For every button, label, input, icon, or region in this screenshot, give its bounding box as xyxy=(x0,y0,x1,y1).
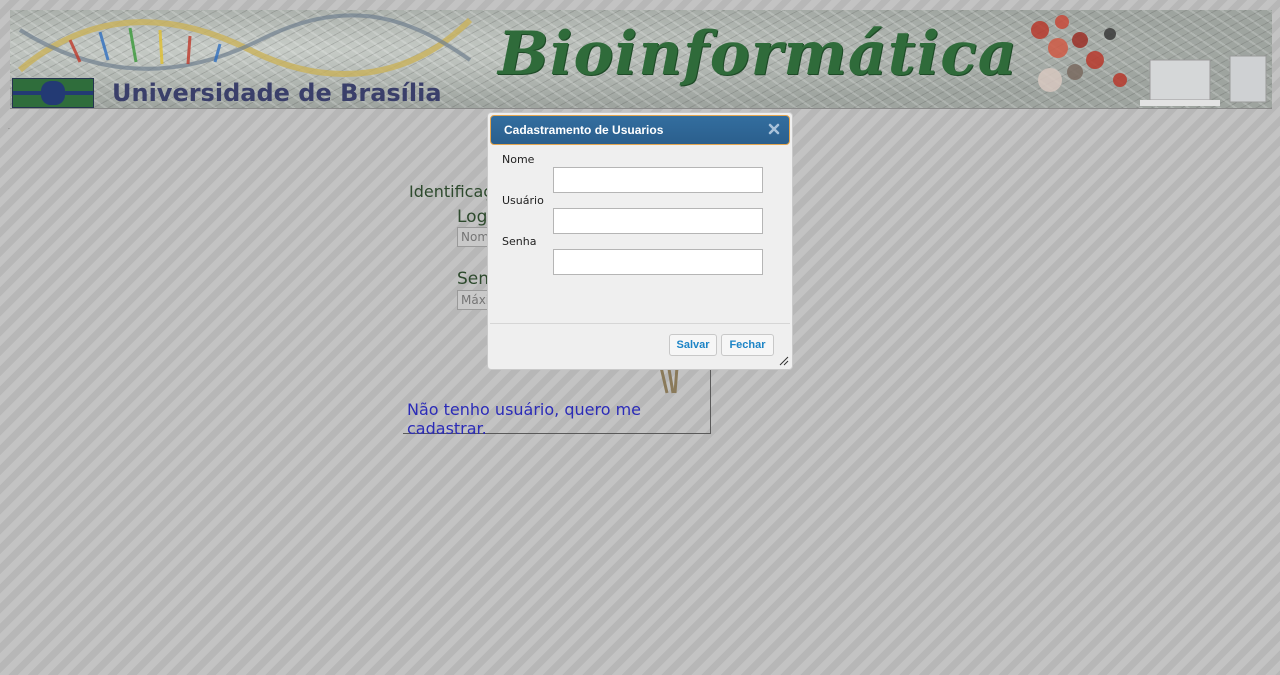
molecule-image xyxy=(1031,15,1267,106)
header-banner: Bioinformática Universidade de Brasília xyxy=(10,10,1272,109)
dialog-divider xyxy=(490,323,790,324)
usuario-label: Usuário xyxy=(502,194,544,207)
unb-logo-icon xyxy=(12,78,94,108)
close-icon[interactable] xyxy=(768,123,780,135)
stray-dot: . xyxy=(8,124,10,131)
dna-helix-image xyxy=(18,13,473,77)
register-dialog: Cadastramento de Usuarios Nome Usuário S… xyxy=(487,112,793,370)
register-link[interactable]: Não tenho usuário, quero me cadastrar. xyxy=(407,400,707,438)
banner-title: Bioinformática xyxy=(498,19,1018,89)
nome-input[interactable] xyxy=(553,167,763,193)
nome-label: Nome xyxy=(502,153,535,166)
dialog-title: Cadastramento de Usuarios xyxy=(504,123,664,137)
university-name: Universidade de Brasília xyxy=(112,79,442,107)
save-button[interactable]: Salvar xyxy=(669,334,717,356)
resize-grip-icon[interactable] xyxy=(779,356,789,366)
close-button[interactable]: Fechar xyxy=(721,334,774,356)
senha-input[interactable] xyxy=(553,249,763,275)
senha-label: Senha xyxy=(502,235,537,248)
usuario-input[interactable] xyxy=(553,208,763,234)
dialog-titlebar[interactable]: Cadastramento de Usuarios xyxy=(490,115,790,145)
